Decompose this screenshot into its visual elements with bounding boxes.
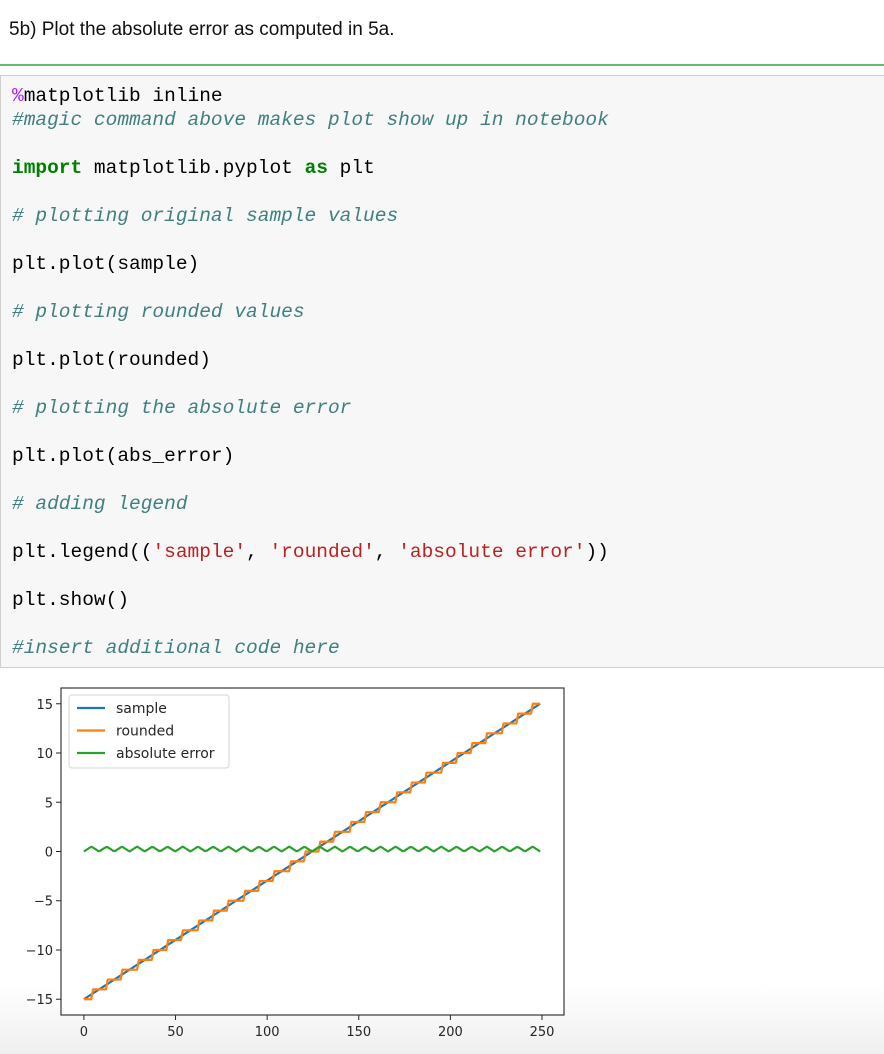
y-tick-label: −5 <box>34 895 53 910</box>
code-text: matplotlib.pyplot <box>82 157 305 179</box>
x-tick-label: 200 <box>438 1025 463 1040</box>
x-tick-label: 100 <box>255 1025 280 1040</box>
legend-label: sample <box>116 701 167 717</box>
code-text: plt.legend(( <box>12 541 153 563</box>
code-text: )) <box>585 541 609 563</box>
code-line: plt.plot(abs_error) <box>12 444 609 468</box>
code-text: plt.plot(sample) <box>12 253 200 275</box>
code-comment: # plotting the absolute error <box>12 397 352 419</box>
code-editor[interactable]: %matplotlib inline #magic command above m… <box>12 84 609 660</box>
code-cell[interactable]: %matplotlib inline #magic command above m… <box>0 75 884 668</box>
y-tick-label: −10 <box>26 944 53 959</box>
x-tick-label: 50 <box>167 1025 184 1040</box>
code-line: plt.plot(sample) <box>12 252 609 276</box>
code-line: # plotting rounded values <box>12 300 609 324</box>
code-string: 'absolute error' <box>398 541 586 563</box>
code-text: plt <box>327 157 375 179</box>
code-line: # plotting original sample values <box>12 204 609 228</box>
code-line: #insert additional code here <box>12 636 609 660</box>
code-line: plt.show() <box>12 588 609 612</box>
code-text: , <box>246 541 270 563</box>
code-comment: # plotting rounded values <box>12 301 305 323</box>
code-line: import matplotlib.pyplot as plt <box>12 156 609 180</box>
code-comment: # plotting original sample values <box>12 205 399 227</box>
selected-cell-indicator <box>0 64 884 66</box>
legend-label: rounded <box>116 724 174 740</box>
question-text: 5b) Plot the absolute error as computed … <box>9 19 395 40</box>
markdown-cell[interactable]: 5b) Plot the absolute error as computed … <box>0 0 884 64</box>
x-tick-label: 250 <box>530 1025 555 1040</box>
code-text: plt.show() <box>12 589 130 611</box>
y-tick-label: 0 <box>45 846 53 861</box>
code-comment: #insert additional code here <box>12 637 340 659</box>
code-line: # adding legend <box>12 492 609 516</box>
code-text: , <box>374 541 399 563</box>
code-line: plt.legend(('sample', 'rounded', 'absolu… <box>12 540 609 564</box>
code-text: plt.plot(abs_error) <box>12 445 235 467</box>
code-line: %matplotlib inline <box>12 84 609 108</box>
x-tick-label: 0 <box>80 1025 88 1040</box>
code-string: 'rounded' <box>269 541 375 563</box>
output-area: 0 50 100 150 200 250 15 10 5 0 −5 −10 −15 sample roun… <box>0 668 884 1054</box>
y-tick-label: −15 <box>26 993 53 1008</box>
x-tick-label: 150 <box>346 1025 371 1040</box>
legend-label: absolute error <box>116 746 215 762</box>
y-tick-label: 5 <box>45 796 53 811</box>
code-magic: % <box>12 85 24 107</box>
code-line: #magic command above makes plot show up … <box>12 108 609 132</box>
y-tick-label: 15 <box>36 698 53 713</box>
code-text: plt.plot(rounded) <box>12 349 211 371</box>
y-tick-label: 10 <box>36 747 53 762</box>
code-keyword: import <box>12 157 83 179</box>
code-text: matplotlib inline <box>23 85 223 107</box>
code-comment: # adding legend <box>12 493 188 515</box>
code-line: # plotting the absolute error <box>12 396 609 420</box>
matplotlib-figure: 0 50 100 150 200 250151050−5−10−15 sampleroun… <box>26 687 565 1040</box>
code-keyword: as <box>304 157 328 179</box>
code-line: plt.plot(rounded) <box>12 348 609 372</box>
code-comment: #magic command above makes plot show up … <box>12 109 609 131</box>
code-string: 'sample' <box>152 541 247 563</box>
